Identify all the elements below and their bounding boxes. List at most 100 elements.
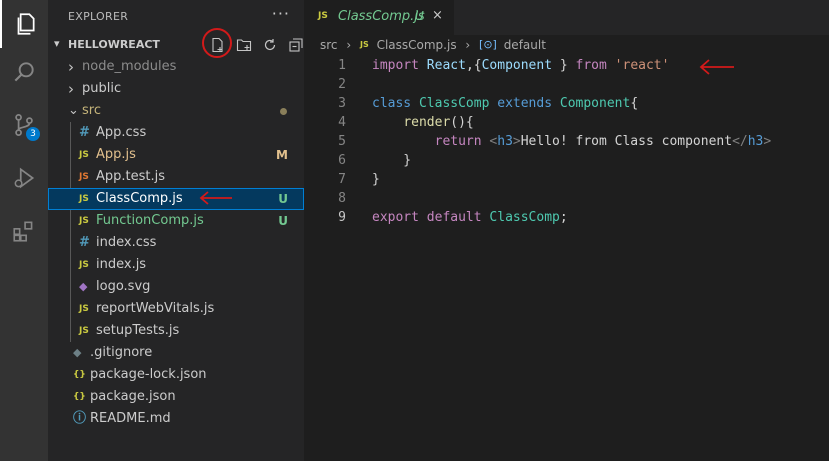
code-token: return bbox=[434, 134, 482, 149]
js-file-icon: JS bbox=[79, 194, 89, 204]
files-icon[interactable] bbox=[0, 0, 48, 48]
annotation-arrow bbox=[699, 59, 734, 75]
tree-item-label: setupTests.js bbox=[96, 323, 180, 338]
code-line: 1 import React,{Component } from 'react' bbox=[304, 56, 829, 75]
more-actions-icon[interactable]: ··· bbox=[272, 4, 290, 23]
tree-file[interactable]: ◆ .gitignore bbox=[48, 342, 304, 364]
tree-file[interactable]: {} package.json bbox=[48, 386, 304, 408]
tree-file[interactable]: JS reportWebVitals.js bbox=[48, 298, 304, 320]
code-token: h3 bbox=[497, 134, 513, 149]
code-token: ; bbox=[559, 210, 568, 225]
tree-item-label: package.json bbox=[90, 389, 176, 404]
explorer-sidebar: EXPLORER ··· ▾ HELLOWREACT › node_modules… bbox=[48, 0, 304, 461]
code-token: 'react' bbox=[614, 58, 670, 73]
tree-item-label: ClassComp.js bbox=[96, 191, 183, 206]
chevron-right-icon: › bbox=[68, 58, 74, 76]
code-line: 2 bbox=[304, 75, 829, 94]
extensions-icon[interactable] bbox=[0, 207, 48, 255]
code-token: > bbox=[763, 134, 772, 149]
tree-file[interactable]: JS index.js bbox=[48, 254, 304, 276]
code-token: class bbox=[372, 96, 412, 111]
code-text: } bbox=[372, 170, 380, 189]
line-number: 4 bbox=[338, 115, 346, 130]
code-token: } bbox=[552, 58, 576, 73]
tree-file[interactable]: ◆ logo.svg bbox=[48, 276, 304, 298]
project-header[interactable]: ▾ HELLOWREACT bbox=[48, 34, 304, 56]
line-number: 7 bbox=[338, 172, 346, 187]
code-line: 9 export default ClassComp; bbox=[304, 208, 829, 227]
chevron-down-icon: ▾ bbox=[54, 37, 60, 50]
collapse-all-icon[interactable] bbox=[286, 35, 306, 55]
css-file-icon: # bbox=[79, 235, 90, 250]
git-status-badge: U bbox=[278, 192, 288, 206]
chevron-down-icon: ⌄ bbox=[68, 103, 79, 118]
line-number: 2 bbox=[338, 77, 346, 92]
test-file-icon: JS bbox=[79, 172, 89, 182]
tree-folder[interactable]: › node_modules bbox=[48, 56, 304, 78]
svg-file-icon: ◆ bbox=[79, 280, 88, 293]
line-number: 6 bbox=[338, 153, 346, 168]
source-control-badge: 3 bbox=[26, 127, 40, 141]
code-token: Component bbox=[559, 96, 631, 111]
tree-file[interactable]: JS FunctionComp.js U bbox=[48, 210, 304, 232]
refresh-icon[interactable] bbox=[260, 35, 280, 55]
close-icon[interactable]: × bbox=[432, 8, 443, 23]
run-debug-icon[interactable] bbox=[0, 154, 48, 202]
new-folder-icon[interactable] bbox=[234, 35, 254, 55]
code-token: Hello! from Class component bbox=[520, 134, 733, 149]
tree-file[interactable]: {} package-lock.json bbox=[48, 364, 304, 386]
breadcrumb-folder[interactable]: src bbox=[320, 38, 338, 52]
tree-folder[interactable]: ⌄ src bbox=[48, 100, 304, 122]
breadcrumb: src › JS ClassComp.js › [⊙] default bbox=[320, 37, 546, 55]
tree-file[interactable]: JS ClassComp.js U bbox=[48, 188, 304, 210]
tab-status: U bbox=[415, 9, 424, 23]
js-file-icon: JS bbox=[79, 260, 89, 270]
code-token: default bbox=[426, 210, 482, 225]
tree-item-label: index.css bbox=[96, 235, 157, 250]
tree-folder[interactable]: › public bbox=[48, 78, 304, 100]
code-text: render(){ bbox=[372, 113, 473, 132]
code-line: 8 bbox=[304, 189, 829, 208]
chevron-right-icon: › bbox=[68, 80, 74, 98]
file-tree: › node_modules › public ⌄ src # App.css JS App.js… bbox=[48, 56, 304, 430]
tree-file[interactable]: JS App.js M bbox=[48, 144, 304, 166]
code-area[interactable]: 1 import React,{Component } from 'react' 2… bbox=[304, 56, 829, 227]
tab-bar: JS ClassComp.js U × bbox=[304, 0, 829, 35]
tree-item-label: public bbox=[82, 81, 122, 96]
js-file-icon: JS bbox=[318, 11, 328, 21]
breadcrumb-symbol[interactable]: default bbox=[504, 38, 546, 52]
editor: JS ClassComp.js U × src › JS ClassComp.j… bbox=[304, 0, 829, 461]
tree-item-label: App.css bbox=[96, 125, 147, 140]
search-icon[interactable] bbox=[0, 48, 48, 96]
breadcrumb-file[interactable]: ClassComp.js bbox=[377, 38, 457, 52]
code-text: } bbox=[372, 151, 411, 170]
code-text: class ClassComp extends Component{ bbox=[372, 94, 638, 113]
code-line: 6 } bbox=[304, 151, 829, 170]
tree-file[interactable]: # App.css bbox=[48, 122, 304, 144]
annotation-arrow bbox=[199, 191, 232, 205]
tree-file[interactable]: # index.css bbox=[48, 232, 304, 254]
chevron-right-icon: › bbox=[465, 37, 471, 52]
tree-file[interactable]: ⓘ README.md bbox=[48, 408, 304, 430]
git-status-badge: M bbox=[276, 148, 288, 162]
code-text: return <h3>Hello! from Class component</… bbox=[372, 132, 772, 151]
js-file-icon: JS bbox=[79, 150, 89, 160]
code-line: 5 return <h3>Hello! from Class component… bbox=[304, 132, 829, 151]
tab-classcomp[interactable]: JS ClassComp.js U × bbox=[304, 0, 454, 35]
annotation-circle bbox=[202, 28, 232, 58]
activity-bar: 3 bbox=[0, 0, 48, 461]
source-control-icon[interactable]: 3 bbox=[0, 101, 48, 149]
tree-file[interactable]: JS App.test.js bbox=[48, 166, 304, 188]
code-token: { bbox=[630, 96, 639, 111]
tree-file[interactable]: JS setupTests.js bbox=[48, 320, 304, 342]
json-file-icon: {} bbox=[73, 370, 86, 380]
code-token: export bbox=[372, 210, 419, 225]
code-line: 3 class ClassComp extends Component{ bbox=[304, 94, 829, 113]
tree-item-label: App.js bbox=[96, 147, 136, 162]
code-token: Component bbox=[481, 58, 553, 73]
